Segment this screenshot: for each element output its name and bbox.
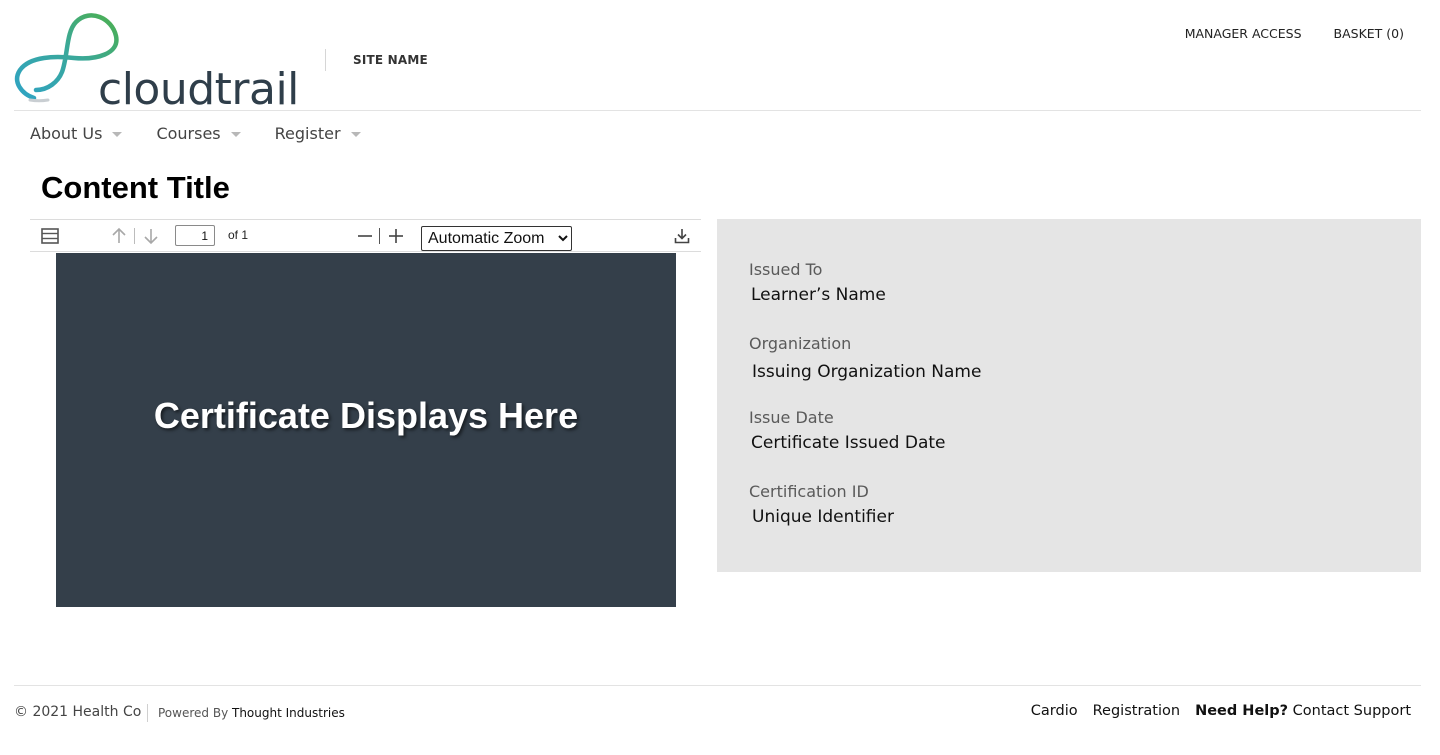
nav-item-register[interactable]: Register [275, 124, 361, 143]
nav-item-courses[interactable]: Courses [156, 124, 241, 143]
logo-wordmark: cloudtrail [98, 64, 299, 115]
footer-separator [147, 704, 148, 722]
certificate-placeholder-text: Certificate Displays Here [153, 395, 579, 436]
certificate-details-panel: Issued To Learner’s Name Organization Is… [717, 219, 1421, 572]
copyright-text: © 2021 Health Co [14, 704, 142, 720]
chevron-down-icon [230, 132, 241, 137]
footer-links: Cardio Registration Need Help? Contact S… [1031, 703, 1411, 719]
top-links: MANAGER ACCESS BASKET (0) [1185, 26, 1404, 41]
pdf-viewer: of 1 Automatic Zoom Certificate Displays… [30, 219, 701, 609]
zoom-in-button[interactable] [385, 220, 407, 251]
cloudtrail-logo[interactable]: cloudtrail [12, 8, 312, 112]
next-page-button[interactable] [140, 220, 162, 251]
issue-date-label: Issue Date [749, 408, 834, 427]
toolbar-separator [134, 228, 135, 244]
organization-value: Issuing Organization Name [752, 362, 982, 382]
previous-page-button[interactable] [108, 220, 130, 251]
minus-icon [358, 234, 372, 237]
issued-to-label: Issued To [749, 260, 823, 279]
nav-item-label: Register [274, 124, 341, 143]
zoom-select[interactable]: Automatic Zoom [421, 226, 572, 251]
page-title: Content Title [41, 170, 230, 205]
certification-id-value: Unique Identifier [752, 507, 894, 527]
main-nav: About Us Courses Register [30, 124, 361, 143]
organization-label: Organization [749, 334, 852, 353]
page-count: of 1 [228, 228, 249, 242]
issue-date-value: Certificate Issued Date [751, 433, 946, 453]
plus-icon [389, 228, 403, 243]
nav-item-about-us[interactable]: About Us [30, 124, 123, 143]
manager-access-link[interactable]: MANAGER ACCESS [1185, 26, 1302, 41]
powered-by: Powered By Thought Industries [158, 706, 345, 720]
download-icon [674, 228, 690, 243]
footer-link-cardio[interactable]: Cardio [1031, 703, 1078, 719]
sidebar-toggle-button[interactable] [38, 220, 62, 251]
need-help-label: Need Help? [1195, 703, 1289, 719]
basket-link[interactable]: BASKET (0) [1334, 26, 1404, 41]
sidebar-icon [41, 227, 59, 244]
footer-link-registration[interactable]: Registration [1093, 703, 1180, 719]
pdf-toolbar: of 1 Automatic Zoom [30, 219, 701, 252]
site-header: cloudtrail SITE NAME MANAGER ACCESS BASK… [0, 0, 1440, 112]
issued-to-value: Learner’s Name [751, 285, 886, 305]
nav-item-label: About Us [30, 124, 103, 143]
chevron-down-icon [112, 132, 123, 137]
header-divider [14, 110, 1421, 111]
toolbar-separator [379, 228, 380, 244]
powered-by-brand-link[interactable]: Thought Industries [232, 706, 345, 720]
footer-divider [14, 685, 1421, 686]
site-name: SITE NAME [353, 53, 428, 67]
powered-by-label: Powered By [158, 706, 229, 720]
arrow-up-icon [112, 227, 126, 243]
logo-divider [325, 49, 326, 71]
contact-support-label: Contact Support [1292, 703, 1411, 719]
contact-support-link[interactable]: Need Help? Contact Support [1195, 703, 1411, 719]
certificate-page: Certificate Displays Here [56, 253, 676, 607]
page-number-input[interactable] [175, 225, 215, 246]
download-button[interactable] [670, 220, 694, 251]
arrow-down-icon [144, 228, 158, 244]
zoom-out-button[interactable] [354, 220, 376, 251]
nav-item-label: Courses [156, 124, 221, 143]
chevron-down-icon [350, 132, 361, 137]
certification-id-label: Certification ID [749, 482, 869, 501]
